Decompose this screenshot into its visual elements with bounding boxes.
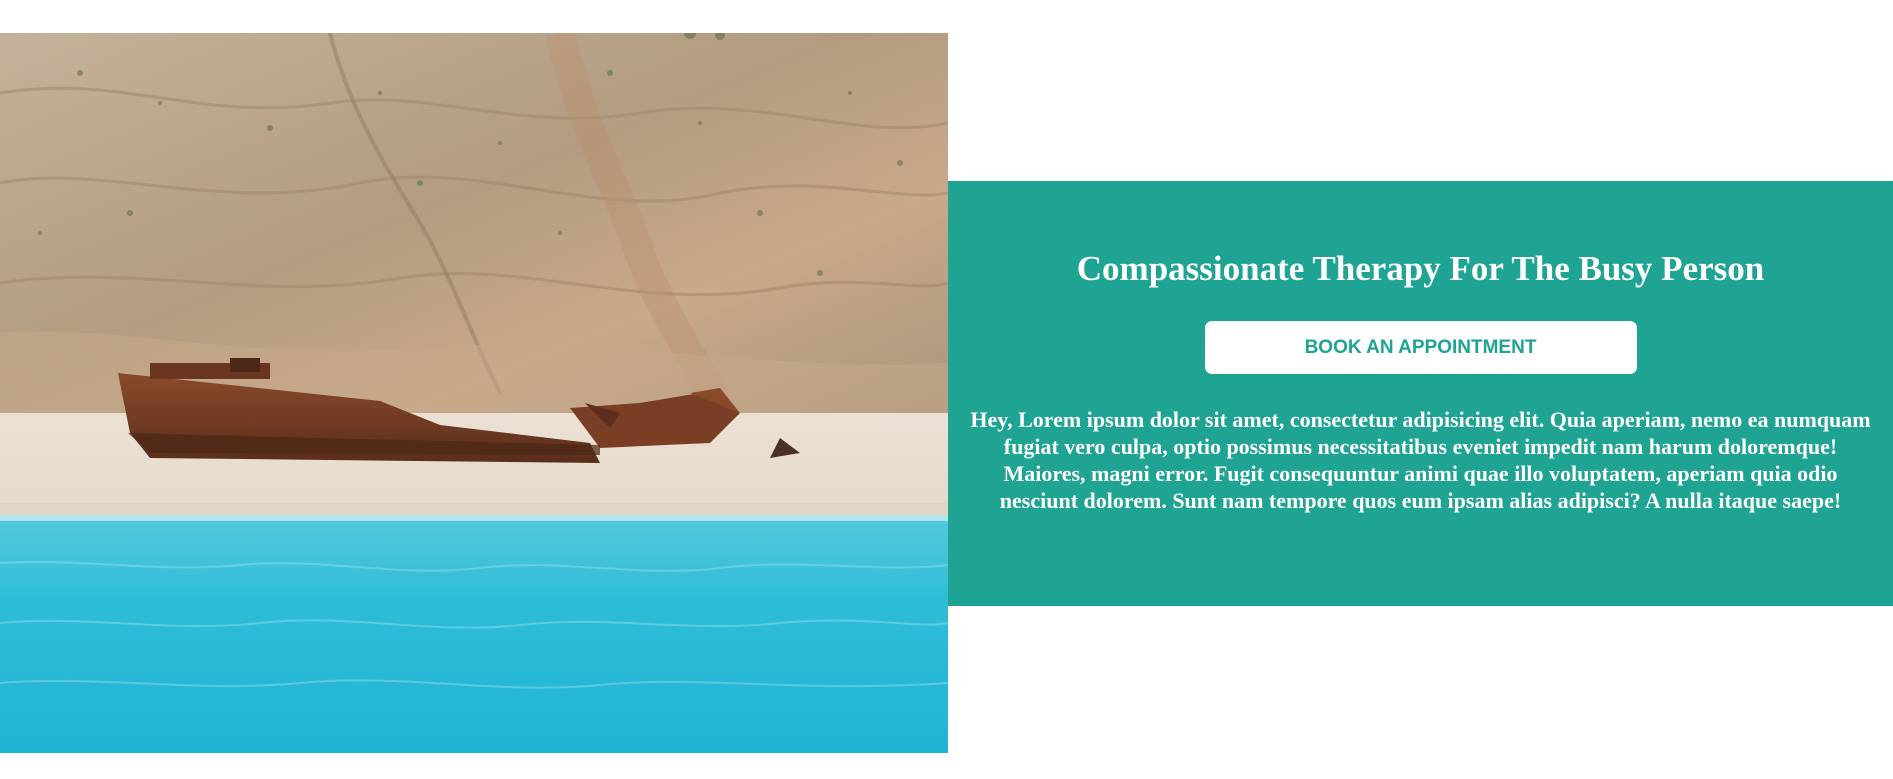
info-panel: Compassionate Therapy For The Busy Perso…: [948, 181, 1893, 606]
panel-description: Hey, Lorem ipsum dolor sit amet, consect…: [970, 407, 1871, 513]
beach-shipwreck-photo: [0, 33, 948, 753]
book-appointment-button[interactable]: BOOK AN APPOINTMENT: [1204, 321, 1637, 374]
panel-title: Compassionate Therapy For The Busy Perso…: [1076, 249, 1765, 288]
hero-photo: [0, 33, 948, 753]
